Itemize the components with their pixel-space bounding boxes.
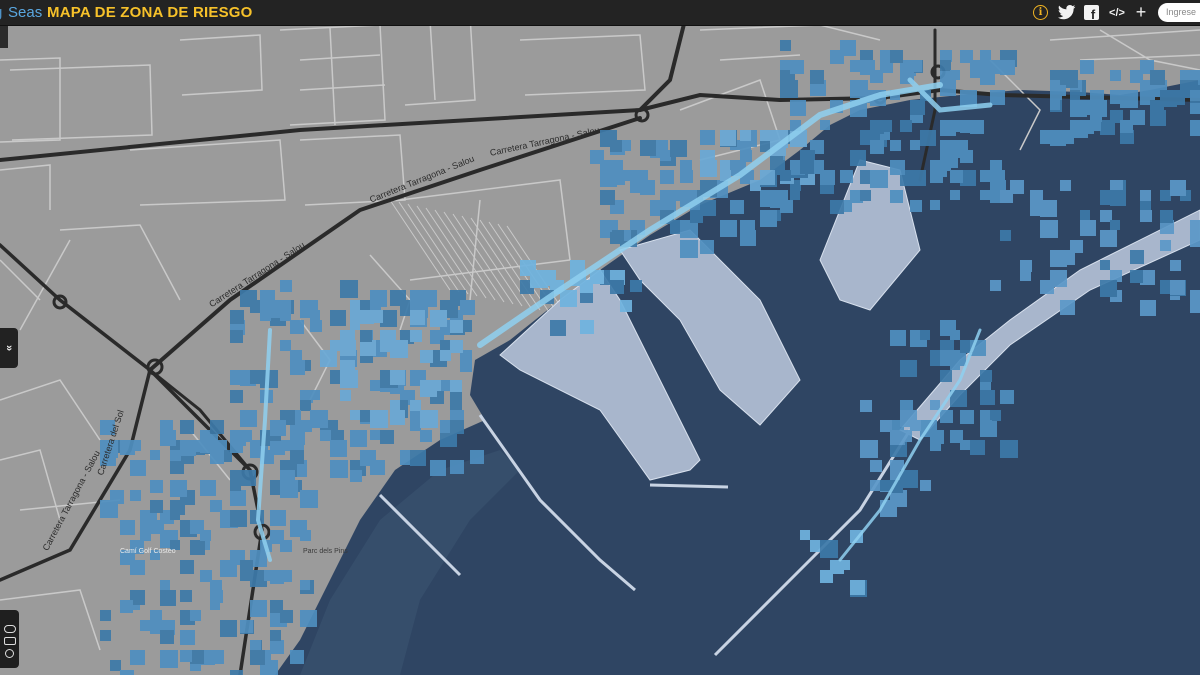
map-view-widget[interactable] — [0, 610, 19, 668]
code-icon[interactable]: </> — [1106, 4, 1128, 21]
twitter-icon[interactable] — [1058, 4, 1076, 21]
add-glyph: + — [1135, 2, 1147, 22]
chevron-double-icon: » — [3, 344, 15, 352]
panel-toggle[interactable] — [0, 26, 8, 48]
info-icon[interactable]: i — [1033, 5, 1048, 20]
facebook-icon[interactable]: f — [1084, 5, 1099, 22]
brand-name: Seas — [8, 4, 43, 21]
page-title: MAPA DE ZONA DE RIESGO — [47, 4, 253, 21]
expand-panel-button[interactable]: » — [0, 328, 18, 368]
brand-fragment: g — [0, 3, 2, 22]
facebook-glyph: f — [1090, 6, 1096, 22]
flood-risk-map[interactable] — [0, 0, 1200, 675]
plus-icon[interactable]: + — [1134, 2, 1148, 22]
layer-icon — [3, 636, 16, 645]
info-glyph: i — [1038, 7, 1043, 18]
area-label: Parc dels Pins — [303, 548, 348, 555]
toolbar: i f </> + Ingrese — [1030, 0, 1200, 25]
area-label: Camí Golf Costeo — [120, 548, 176, 555]
map-app: Carretera Tarragona - Salou Carretera Ta… — [0, 0, 1200, 675]
toggle-icon — [3, 624, 16, 633]
top-bar: g Seas MAPA DE ZONA DE RIESGO i f </> + … — [0, 0, 1200, 26]
locate-icon — [5, 648, 14, 658]
twitter-icon-glyph — [1058, 5, 1076, 20]
search-input[interactable]: Ingrese — [1158, 3, 1200, 22]
embed-glyph: </> — [1109, 6, 1125, 19]
